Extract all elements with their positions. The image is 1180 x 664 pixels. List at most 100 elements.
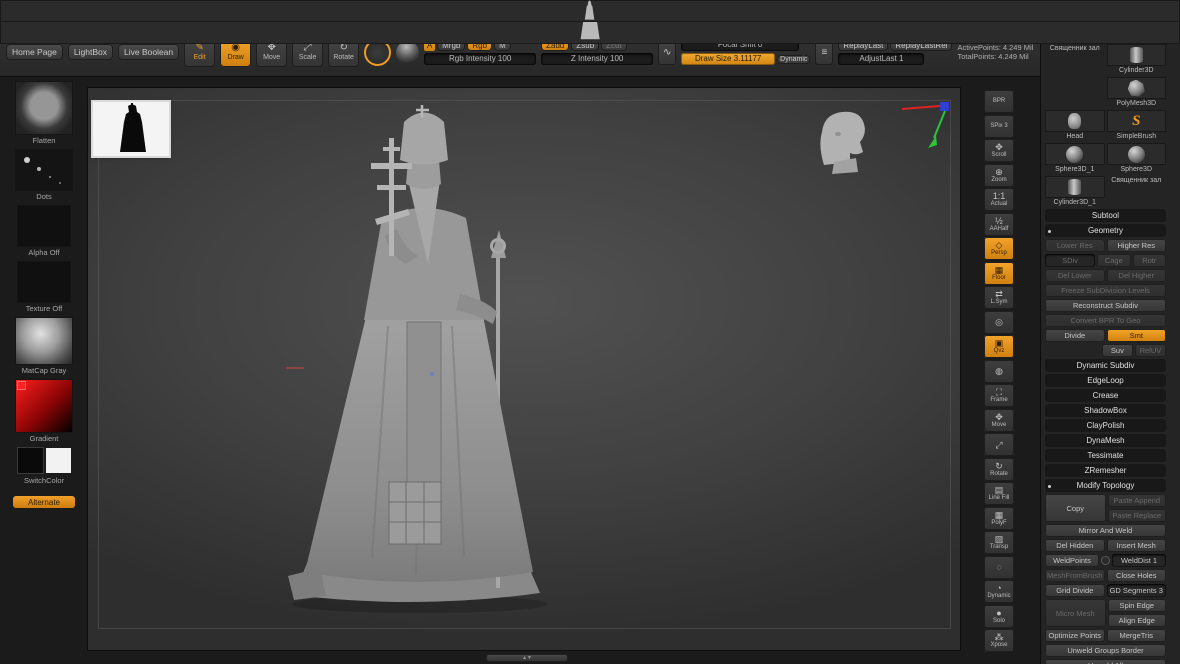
bpr-button[interactable]: BPR — [984, 90, 1014, 113]
frame-button[interactable]: ⛶Frame — [984, 384, 1014, 407]
polyf-button[interactable]: ▦PolyF — [984, 507, 1014, 530]
floor-button[interactable]: ▦Floor — [984, 262, 1014, 285]
home-page-button[interactable]: Home Page — [6, 44, 63, 60]
section-crease[interactable]: Crease — [1045, 389, 1166, 402]
qvz-button[interactable]: ▣Qvz — [984, 335, 1014, 358]
align-edge-button[interactable]: Align Edge — [1108, 614, 1167, 627]
spin-edge-button[interactable]: Spin Edge — [1108, 599, 1167, 612]
reconstruct-subdiv-button[interactable]: Reconstruct Subdiv — [1045, 299, 1166, 312]
persp-button[interactable]: ◇Persp — [984, 237, 1014, 260]
paste-append-button[interactable]: Paste Append — [1108, 494, 1167, 507]
tool-item-cylinder3d[interactable]: Cylinder3D — [1107, 44, 1167, 75]
suv-button[interactable]: Suv — [1102, 344, 1133, 357]
freeze-subdivision-levels-button[interactable]: Freeze SubDivision Levels — [1045, 284, 1166, 297]
tool-item-cylinder3d-1[interactable]: Cylinder3D_1 — [1045, 176, 1105, 207]
main-color-swatch[interactable] — [18, 448, 43, 473]
mergetris-button[interactable]: MergeTris — [1107, 629, 1167, 642]
section-subtool[interactable]: Subtool — [1045, 209, 1166, 222]
transp-button[interactable]: ▨Transp — [984, 531, 1014, 554]
leftbar-item-gradient[interactable]: Gradient — [13, 380, 75, 443]
higher-res-button[interactable]: Higher Res — [1107, 239, 1167, 252]
rotate-button[interactable]: ↻Rotate — [984, 458, 1014, 481]
spix-button[interactable]: SPix 3 — [984, 115, 1014, 138]
line-fill-button[interactable]: ▤Line Fill — [984, 482, 1014, 505]
zoom-button[interactable]: ⊕Zoom — [984, 164, 1014, 187]
rotate-icon: ↻ — [995, 461, 1003, 471]
smt-button[interactable]: Smt — [1107, 329, 1167, 342]
solo-button[interactable]: ●Solo — [984, 605, 1014, 628]
copy-button[interactable]: Copy — [1045, 494, 1106, 522]
rotr-button[interactable]: Rotr — [1133, 254, 1166, 267]
leftbar-item-dots[interactable]: Dots — [13, 150, 75, 201]
optimize-points-button[interactable]: Optimize Points — [1045, 629, 1105, 642]
grid-divide-button[interactable]: Grid Divide — [1045, 584, 1105, 597]
convert-bpr-to-geo-button[interactable]: Convert BPR To Geo — [1045, 314, 1166, 327]
tool-item-head[interactable]: Head — [1045, 110, 1105, 141]
tool-item-simplebrush[interactable]: SSimpleBrush — [1107, 110, 1167, 141]
draw-size-slider[interactable]: Draw Size 3.11177 — [681, 53, 775, 65]
document-scrollbar[interactable]: ▲▼ — [486, 654, 568, 662]
lightbox-button[interactable]: LightBox — [68, 44, 113, 60]
gd-segments-3-button[interactable]: GD Segments 3 — [1107, 584, 1167, 597]
local-symmetry-button[interactable]: ◎ — [984, 311, 1014, 334]
leftbar-item-switchcolor[interactable]: SwitchColor — [13, 448, 75, 485]
tool-item-sphere3d-1[interactable]: Sphere3D_1 — [1045, 143, 1105, 174]
scroll-button[interactable]: ✥Scroll — [984, 139, 1014, 162]
tool-item-polymesh3d[interactable]: PolyMesh3D — [1107, 77, 1167, 108]
aahalf-button[interactable]: ½AAHalf — [984, 213, 1014, 236]
mirror-and-weld-button[interactable]: Mirror And Weld — [1045, 524, 1166, 537]
cage-button[interactable]: Cage — [1097, 254, 1130, 267]
del-hidden-button[interactable]: Del Hidden — [1045, 539, 1105, 552]
divide-button[interactable]: Divide — [1045, 329, 1105, 342]
x-axis-icon — [902, 106, 940, 109]
section-geometry[interactable]: Geometry — [1045, 224, 1166, 237]
micro-mesh-button[interactable]: Micro Mesh — [1045, 599, 1106, 627]
rgb-intensity-slider[interactable]: Rgb Intensity 100 — [424, 53, 536, 65]
z-intensity-slider[interactable]: Z Intensity 100 — [541, 53, 653, 65]
lsym-button[interactable]: ⇄L.Sym — [984, 286, 1014, 309]
ghost-button[interactable]: ◌ — [984, 556, 1014, 579]
section-claypolish[interactable]: ClayPolish — [1045, 419, 1166, 432]
section-edgeloop[interactable]: EdgeLoop — [1045, 374, 1166, 387]
secondary-color-swatch[interactable] — [46, 448, 71, 473]
unweld-all-button[interactable]: Unweld All — [1045, 659, 1166, 664]
leftbar-item-alpha-off[interactable]: Alpha Off — [13, 206, 75, 257]
unweld-groups-border-button[interactable]: Unweld Groups Border — [1045, 644, 1166, 657]
dynamic-button[interactable]: ◔Dynamic — [984, 580, 1014, 603]
del-lower-button[interactable]: Del Lower — [1045, 269, 1105, 282]
weldpoints-button[interactable]: WeldPoints — [1045, 554, 1099, 567]
tool-item-item[interactable]: Священник зал — [1045, 44, 1105, 108]
sdiv-button[interactable]: SDiv — [1045, 254, 1095, 267]
leftbar-item-matcap-gray[interactable]: MatCap Gray — [13, 318, 75, 375]
alternate-button[interactable]: Alternate — [13, 496, 75, 508]
close-holes-button[interactable]: Close Holes — [1107, 569, 1167, 582]
document-canvas[interactable] — [88, 88, 960, 650]
section-dynamesh[interactable]: DynaMesh — [1045, 434, 1166, 447]
scale-button[interactable]: ⤢ — [984, 433, 1014, 456]
leftbar-item-flatten[interactable]: Flatten — [13, 82, 75, 145]
leftbar-item-texture-off[interactable]: Texture Off — [13, 262, 75, 313]
tool-item-sphere3d[interactable]: Sphere3D — [1107, 143, 1167, 174]
reluv-button[interactable]: RelUV — [1135, 344, 1166, 357]
alpha-silhouette-thumbnail[interactable] — [93, 102, 169, 156]
move-button[interactable]: ✥Move — [984, 409, 1014, 432]
section-tessimate[interactable]: Tessimate — [1045, 449, 1166, 462]
tool-item-item[interactable]: Священник зал — [1107, 176, 1167, 207]
weld-toggle[interactable] — [1101, 556, 1110, 565]
welddist-1-button[interactable]: WeldDist 1 — [1112, 554, 1166, 567]
paste-replace-button[interactable]: Paste Replace — [1108, 509, 1167, 522]
see-through-button[interactable]: ◍ — [984, 360, 1014, 383]
live-boolean-button[interactable]: Live Boolean — [118, 44, 179, 60]
section-dynamic-subdiv[interactable]: Dynamic Subdiv — [1045, 359, 1166, 372]
actual-button[interactable]: 1:1Actual — [984, 188, 1014, 211]
lower-res-button[interactable]: Lower Res — [1045, 239, 1105, 252]
del-higher-button[interactable]: Del Higher — [1107, 269, 1167, 282]
adjust-last-slider[interactable]: AdjustLast 1 — [838, 53, 924, 65]
section-shadowbox[interactable]: ShadowBox — [1045, 404, 1166, 417]
insert-mesh-button[interactable]: Insert Mesh — [1107, 539, 1167, 552]
section-modify-topology[interactable]: Modify Topology — [1045, 479, 1166, 492]
dynamic-toggle[interactable]: Dynamic — [777, 55, 810, 64]
xpose-button[interactable]: ⁂Xpose — [984, 629, 1014, 652]
section-zremesher[interactable]: ZRemesher — [1045, 464, 1166, 477]
meshfrombrush-button[interactable]: MeshFromBrush — [1045, 569, 1105, 582]
